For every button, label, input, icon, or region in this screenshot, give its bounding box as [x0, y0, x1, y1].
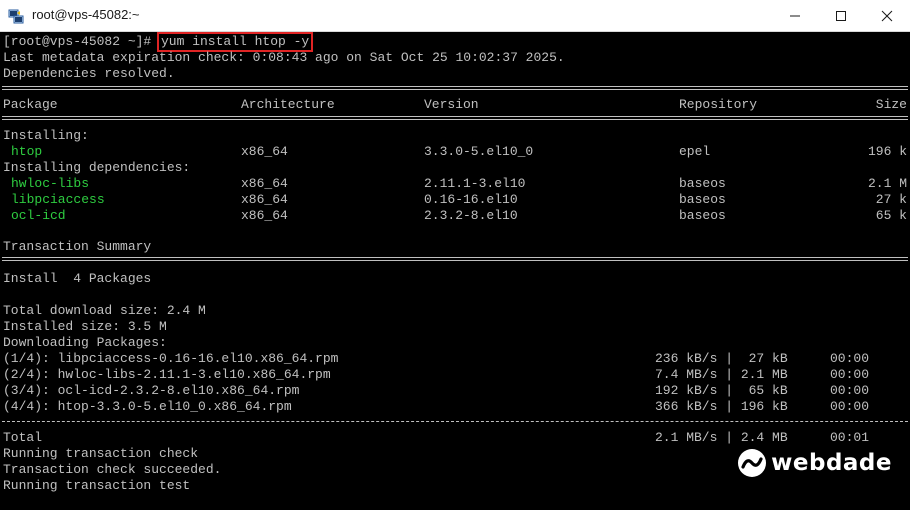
putty-icon: [8, 8, 24, 24]
download-file: (3/4): ocl-icd-2.3.2-8.el10.x86_64.rpm: [3, 383, 300, 398]
window-title: root@vps-45082:~: [32, 7, 140, 22]
highlighted-command: yum install htop -y: [157, 32, 314, 52]
close-button[interactable]: [864, 0, 910, 31]
download-time: 00:00: [830, 367, 870, 382]
tail-line: Running transaction check: [3, 446, 199, 461]
minimize-icon: [790, 15, 800, 16]
download-speed: 366 kB/s | 196 kB: [655, 399, 788, 414]
maximize-icon: [836, 10, 846, 21]
package-repo: baseos: [679, 176, 726, 191]
installing-label: Installing:: [3, 128, 89, 143]
installed-size: Installed size: 3.5 M: [3, 319, 167, 334]
package-name: libpciaccess: [11, 192, 105, 207]
total-label: Total: [3, 430, 43, 445]
table-rule-top: [2, 86, 908, 90]
package-version: 3.3.0-5.el10_0: [424, 144, 534, 159]
package-arch: x86_64: [241, 144, 288, 159]
table-row: ocl-icd x86_64 2.3.2-8.el10 baseos 65 k: [3, 208, 907, 224]
webdade-logo: webdade: [737, 448, 892, 478]
download-separator: [2, 421, 908, 422]
webdade-logo-icon: [738, 449, 767, 477]
package-size: 27 k: [875, 192, 907, 207]
download-row: (2/4): hwloc-libs-2.11.1-3.el10.x86_64.r…: [3, 367, 907, 383]
minimize-button[interactable]: [772, 0, 818, 31]
table-row: hwloc-libs x86_64 2.11.1-3.el10 baseos 2…: [3, 176, 907, 192]
metadata-line: Last metadata expiration check: 0:08:43 …: [3, 50, 565, 65]
download-speed: 7.4 MB/s | 2.1 MB: [655, 367, 788, 382]
package-name: hwloc-libs: [11, 176, 90, 191]
package-name: ocl-icd: [11, 208, 66, 223]
table-rule-mid: [2, 116, 908, 120]
package-repo: baseos: [679, 208, 726, 223]
logo-text: webdade: [771, 450, 892, 476]
package-name: htop: [11, 144, 43, 159]
package-size: 196 k: [867, 144, 907, 159]
download-file: (4/4): htop-3.3.0-5.el10_0.x86_64.rpm: [3, 399, 292, 414]
download-time: 00:00: [830, 399, 870, 414]
transaction-summary-label: Transaction Summary: [3, 239, 152, 254]
table-row: htop x86_64 3.3.0-5.el10_0 epel 196 k: [3, 144, 907, 160]
package-version: 2.3.2-8.el10: [424, 208, 518, 223]
shell-prompt: [root@vps-45082 ~]#: [3, 34, 152, 49]
deps-label: Installing dependencies:: [3, 160, 191, 175]
download-row: (3/4): ocl-icd-2.3.2-8.el10.x86_64.rpm 1…: [3, 383, 907, 399]
header-architecture: Architecture: [241, 97, 335, 112]
package-version: 0.16-16.el10: [424, 192, 518, 207]
maximize-button[interactable]: [818, 0, 864, 31]
package-repo: baseos: [679, 192, 726, 207]
download-time: 00:00: [830, 351, 870, 366]
install-count: Install 4 Packages: [3, 271, 152, 286]
deps-resolved-line: Dependencies resolved.: [3, 66, 175, 81]
table-row: libpciaccess x86_64 0.16-16.el10 baseos …: [3, 192, 907, 208]
download-speed: 236 kB/s | 27 kB: [655, 351, 788, 366]
summary-rule: [2, 257, 908, 261]
package-size: 65 k: [875, 208, 907, 223]
package-size: 2.1 M: [867, 176, 907, 191]
package-arch: x86_64: [241, 208, 288, 223]
header-version: Version: [424, 97, 479, 112]
total-speed: 2.1 MB/s | 2.4 MB: [655, 430, 788, 445]
download-file: (1/4): libpciaccess-0.16-16.el10.x86_64.…: [3, 351, 339, 366]
command-line: [root@vps-45082 ~]# yum install htop -y: [3, 32, 314, 52]
package-arch: x86_64: [241, 192, 288, 207]
package-version: 2.11.1-3.el10: [424, 176, 526, 191]
tail-line: Transaction check succeeded.: [3, 462, 222, 477]
package-repo: epel: [679, 144, 711, 159]
download-time: 00:00: [830, 383, 870, 398]
download-file: (2/4): hwloc-libs-2.11.1-3.el10.x86_64.r…: [3, 367, 331, 382]
download-row: (4/4): htop-3.3.0-5.el10_0.x86_64.rpm 36…: [3, 399, 907, 415]
downloading-label: Downloading Packages:: [3, 335, 167, 350]
header-size: Size: [875, 97, 907, 112]
total-time: 00:01: [830, 430, 870, 445]
close-icon: [881, 10, 893, 21]
download-row: (1/4): libpciaccess-0.16-16.el10.x86_64.…: [3, 351, 907, 367]
total-row: Total 2.1 MB/s | 2.4 MB 00:01: [3, 430, 907, 446]
total-download-size: Total download size: 2.4 M: [3, 303, 206, 318]
header-repository: Repository: [679, 97, 758, 112]
download-speed: 192 kB/s | 65 kB: [655, 383, 788, 398]
package-arch: x86_64: [241, 176, 288, 191]
terminal-output[interactable]: [root@vps-45082 ~]# yum install htop -y …: [0, 32, 910, 493]
header-package: Package: [3, 97, 58, 112]
table-header: Package Architecture Version Repository …: [3, 97, 907, 113]
window-titlebar[interactable]: root@vps-45082:~: [0, 0, 910, 32]
